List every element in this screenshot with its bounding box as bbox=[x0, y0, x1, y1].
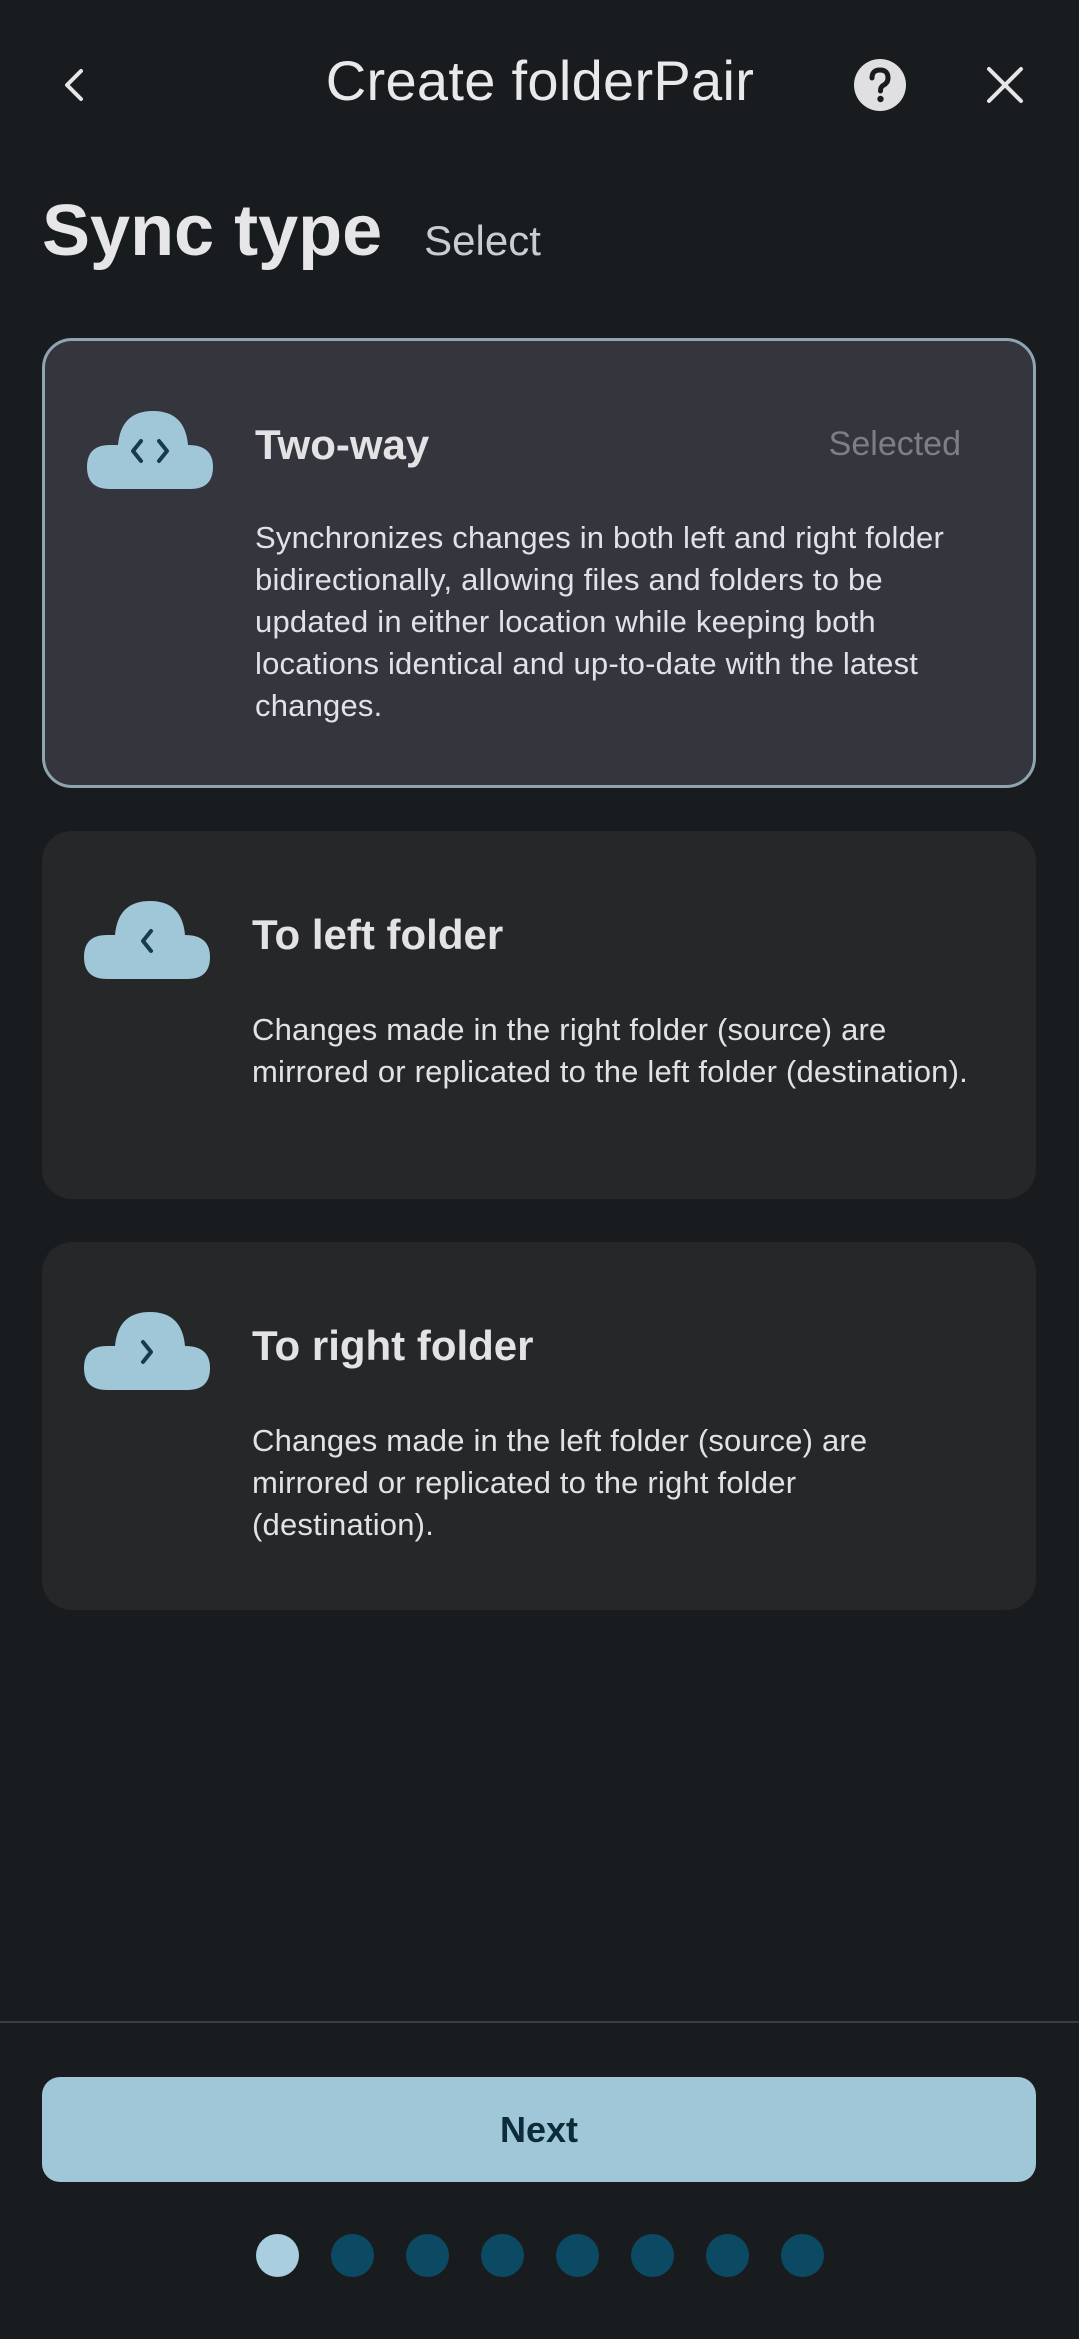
option-title: Two-way bbox=[255, 421, 430, 468]
option-description: Synchronizes changes in both left and ri… bbox=[255, 520, 944, 723]
section-header: Sync type Select bbox=[42, 190, 541, 272]
page-dot-8 bbox=[780, 2234, 824, 2277]
sync-option-to-right[interactable]: To right folder Changes made in the left… bbox=[42, 1242, 1036, 1610]
next-button[interactable]: Next bbox=[42, 2077, 1036, 2182]
page-dot-4 bbox=[480, 2234, 524, 2277]
cloud-bidirectional-icon bbox=[87, 411, 213, 489]
page-dot-5 bbox=[555, 2234, 599, 2277]
close-icon bbox=[987, 67, 1023, 103]
page-dot-6 bbox=[630, 2234, 674, 2277]
close-button[interactable] bbox=[970, 50, 1040, 120]
cloud-left-arrow-icon bbox=[84, 901, 210, 979]
sync-option-to-left[interactable]: To left folder Changes made in the right… bbox=[42, 831, 1036, 1199]
option-description: Changes made in the left folder (source)… bbox=[252, 1423, 868, 1542]
option-description: Changes made in the right folder (source… bbox=[252, 1012, 968, 1089]
top-app-bar: Create folderPair bbox=[0, 0, 1079, 170]
page-dot-2 bbox=[330, 2234, 374, 2277]
section-title: Sync type bbox=[42, 191, 383, 271]
page-dot-7 bbox=[705, 2234, 749, 2277]
cloud-right-arrow-icon bbox=[84, 1312, 210, 1390]
back-button[interactable] bbox=[40, 50, 110, 120]
option-title: To left folder bbox=[252, 911, 504, 958]
app-bar-title: Create folderPair bbox=[325, 49, 755, 112]
footer-divider bbox=[0, 2021, 1079, 2023]
page-dot-3 bbox=[405, 2234, 449, 2277]
option-title: To right folder bbox=[252, 1322, 534, 1369]
help-button[interactable] bbox=[845, 50, 915, 120]
section-subtitle: Select bbox=[424, 217, 541, 264]
sync-option-two-way[interactable]: Two-way Selected Synchronizes changes in… bbox=[42, 338, 1036, 788]
selected-badge: Selected bbox=[828, 425, 961, 463]
page-dot-1 bbox=[255, 2234, 299, 2277]
page-indicator bbox=[0, 2234, 1079, 2278]
help-circle-icon bbox=[854, 59, 906, 111]
chevron-left-icon bbox=[65, 69, 83, 101]
